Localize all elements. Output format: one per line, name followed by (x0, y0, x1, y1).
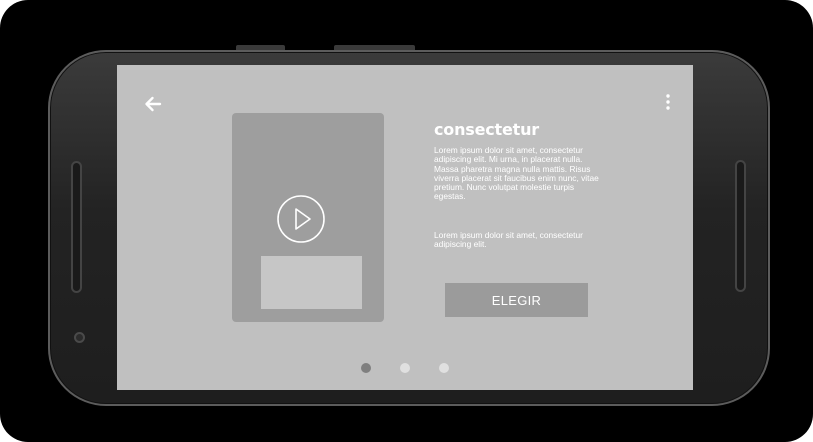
choose-button[interactable]: ELEGIR (445, 283, 588, 317)
play-circle-icon[interactable] (276, 194, 326, 244)
media-caption-placeholder (261, 256, 362, 309)
page-indicator-dot[interactable] (439, 363, 449, 373)
device-mockup: consectetur Lorem ipsum dolor sit amet, … (0, 0, 813, 442)
front-camera (74, 332, 85, 343)
page-indicator-dot-active[interactable] (361, 363, 371, 373)
page-indicator-dot[interactable] (400, 363, 410, 373)
page-title: consectetur (434, 120, 539, 139)
description-text: Lorem ipsum dolor sit amet, consectetur … (434, 145, 599, 202)
arrow-left-icon[interactable] (142, 93, 164, 115)
app-screen (117, 65, 693, 390)
more-vertical-icon[interactable] (660, 92, 676, 114)
description-text-secondary: Lorem ipsum dolor sit amet, consectetur … (434, 230, 583, 250)
left-speaker (71, 161, 82, 293)
right-speaker (735, 160, 746, 292)
